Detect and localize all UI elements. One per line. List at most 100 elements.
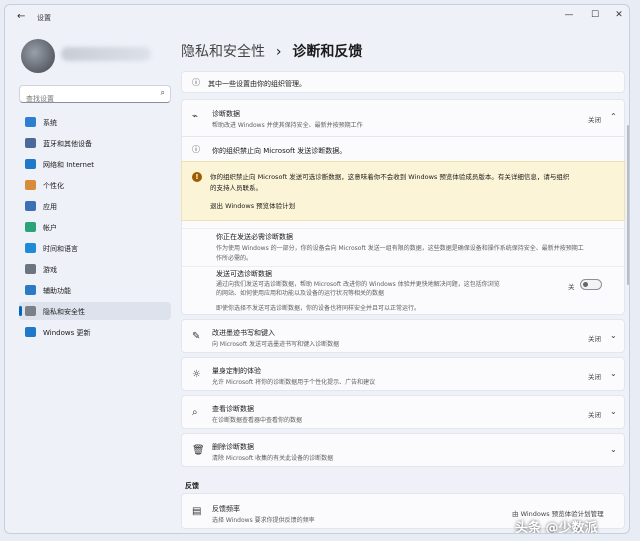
- feedback-row-desc: 选择 Windows 要求你提供反馈的频率: [212, 517, 315, 524]
- sidebar-item[interactable]: 应用: [19, 197, 171, 215]
- row-title: 改进墨迹书写和键入: [212, 329, 275, 337]
- warning-banner: ! 你的组织禁止向 Microsoft 发送可选诊断数据，这意味着你不会收到 W…: [181, 161, 625, 221]
- trash-icon: 🗑: [192, 445, 205, 456]
- blocked-notice-row: ⓘ 你的组织禁止向 Microsoft 发送诊断数据。: [182, 136, 624, 162]
- gaming-icon: [25, 264, 36, 274]
- maximize-button[interactable]: ☐: [585, 10, 605, 20]
- sidebar-item[interactable]: 系统: [19, 113, 171, 131]
- feedback-row-title: 反馈频率: [212, 505, 240, 513]
- search-input[interactable]: [20, 91, 148, 107]
- row-desc: 在诊断数据查看器中查看你的数据: [212, 417, 303, 424]
- active-indicator: [19, 306, 22, 316]
- sidebar-item-label: 蓝牙和其他设备: [43, 140, 92, 148]
- settings-row[interactable]: ☼ 量身定制的体验 允许 Microsoft 将你的诊断数据用于个性化提示、广告和建…: [181, 357, 625, 391]
- search-box[interactable]: ⌕: [19, 85, 171, 107]
- required-title: 你正在发送必需诊断数据: [216, 233, 293, 241]
- sidebar-item-label: 时间和语言: [43, 245, 78, 253]
- back-arrow-icon[interactable]: ←: [17, 11, 25, 22]
- minimize-button[interactable]: —: [559, 10, 579, 20]
- pen-icon: ✎: [192, 331, 201, 342]
- diagnostic-state: 关闭: [588, 116, 601, 124]
- chevron-down-icon[interactable]: ⌄: [610, 407, 617, 416]
- settings-row[interactable]: ✎ 改进墨迹书写和键入向 Microsoft 发送可选墨迹书写和键入诊断数据 关闭 ⌄: [181, 319, 625, 353]
- watermark: 头条 @少数派: [515, 521, 598, 534]
- sidebar-item-label: 游戏: [43, 266, 57, 274]
- page-title: 隐私和安全性 › 诊断和反馈: [181, 41, 362, 61]
- avatar[interactable]: [21, 39, 55, 73]
- optional-data-toggle[interactable]: [580, 279, 602, 290]
- feedback-section-title: 反馈: [185, 482, 199, 490]
- row-desc: 允许 Microsoft 将你的诊断数据用于个性化提示、广告和建议: [212, 379, 376, 386]
- chevron-up-icon[interactable]: ⌃: [610, 112, 617, 121]
- sidebar-item-label: 应用: [43, 203, 57, 211]
- sidebar-item[interactable]: Windows 更新: [19, 323, 171, 341]
- sidebar-item[interactable]: 帐户: [19, 218, 171, 236]
- brush-icon: [25, 180, 36, 190]
- close-button[interactable]: ✕: [609, 10, 629, 20]
- optional-title: 发送可选诊断数据: [216, 270, 272, 278]
- scrollbar[interactable]: [627, 125, 629, 285]
- org-notice-bar: ⓘ 其中一些设置由你的组织管理。: [181, 71, 625, 93]
- search-icon[interactable]: ⌕: [161, 88, 165, 98]
- diagnostic-icon: ⌁: [192, 111, 199, 122]
- row-state: 关闭: [588, 335, 601, 343]
- settings-row[interactable]: ⌕ 查看诊断数据 在诊断数据查看器中查看你的数据 关闭 ⌄: [181, 395, 625, 429]
- account-name-blurred: [61, 47, 151, 61]
- breadcrumb-current: 诊断和反馈: [292, 44, 363, 60]
- shield-icon: [25, 306, 36, 316]
- optional-desc-line2: 的网站、如何使用应用和功能以及设备的运行状况等相关的数据: [216, 290, 385, 297]
- sidebar-item-label: 系统: [43, 119, 57, 127]
- sidebar-item-label: 隐私和安全性: [43, 308, 85, 316]
- sidebar-item-label: 帐户: [43, 224, 57, 232]
- account-icon: [25, 222, 36, 232]
- diagnostic-data-header[interactable]: ⌁ 诊断数据 帮助改进 Windows 并使其保持安全、最新并按预期工作 关闭 …: [182, 100, 624, 136]
- optional-desc-line1: 通过向我们发送可选诊断数据，帮助 Microsoft 改进你的 Windows …: [216, 281, 500, 288]
- optional-data-row: 发送可选诊断数据 通过向我们发送可选诊断数据，帮助 Microsoft 改进你的…: [182, 266, 624, 316]
- blocked-notice-text: 你的组织禁止向 Microsoft 发送诊断数据。: [212, 147, 347, 155]
- optional-note: 即使你选择不发送可选诊断数据，你的设备也将同样安全并且可以正常运行。: [216, 305, 421, 312]
- sidebar-item[interactable]: 个性化: [19, 176, 171, 194]
- exit-insider-link[interactable]: 退出 Windows 预览体验计划: [210, 200, 295, 210]
- settings-row[interactable]: 🗑 删除诊断数据清除 Microsoft 收集的有关此设备的诊断数据 ⌄: [181, 433, 625, 467]
- accessibility-icon: [25, 285, 36, 295]
- bluetooth-devices-icon: [25, 138, 36, 148]
- sidebar-item-label: 个性化: [43, 182, 64, 190]
- required-desc-line1: 作为使用 Windows 的一部分，你的设备会向 Microsoft 发送一组有…: [216, 245, 584, 252]
- sidebar-item[interactable]: 辅助功能: [19, 281, 171, 299]
- diagnostic-desc: 帮助改进 Windows 并使其保持安全、最新并按预期工作: [212, 122, 363, 129]
- org-notice-text: 其中一些设置由你的组织管理。: [208, 80, 306, 88]
- breadcrumb-separator: ›: [275, 44, 282, 60]
- chevron-down-icon[interactable]: ⌄: [610, 331, 617, 340]
- breadcrumb-parent[interactable]: 隐私和安全性: [181, 44, 265, 60]
- system-icon: [25, 117, 36, 127]
- warning-text-line1: 你的组织禁止向 Microsoft 发送可选诊断数据，这意味着你不会收到 Win…: [210, 173, 570, 181]
- window-title: 设置: [37, 14, 51, 22]
- sidebar-item[interactable]: 隐私和安全性: [19, 302, 171, 320]
- windows-update-icon: [25, 327, 36, 337]
- sidebar-item-label: 辅助功能: [43, 287, 71, 295]
- lightbulb-icon: ☼: [192, 369, 201, 380]
- sidebar-item[interactable]: 蓝牙和其他设备: [19, 134, 171, 152]
- required-desc-line2: 作所必需的。: [216, 255, 253, 262]
- info-icon: ⓘ: [192, 78, 200, 87]
- sidebar-item[interactable]: 时间和语言: [19, 239, 171, 257]
- row-desc: 清除 Microsoft 收集的有关此设备的诊断数据: [212, 455, 334, 462]
- title-bar: ← 设置 — ☐ ✕: [5, 5, 629, 31]
- row-state: 关闭: [588, 373, 601, 381]
- network-icon: [25, 159, 36, 169]
- info-icon: ⓘ: [192, 145, 200, 154]
- sidebar-item[interactable]: 游戏: [19, 260, 171, 278]
- chevron-down-icon[interactable]: ⌄: [610, 369, 617, 378]
- sidebar-item-label: 网络和 Internet: [43, 161, 95, 169]
- row-desc: 向 Microsoft 发送可选墨迹书写和键入诊断数据: [212, 341, 340, 348]
- row-state: 关闭: [588, 411, 601, 419]
- sidebar-item[interactable]: 网络和 Internet: [19, 155, 171, 173]
- optional-toggle-label: 关: [568, 283, 575, 291]
- warning-text-line2: 的支持人员联系。: [210, 184, 262, 192]
- viewer-icon: ⌕: [192, 407, 198, 418]
- feedback-icon: ▤: [192, 506, 202, 517]
- chevron-down-icon[interactable]: ⌄: [610, 445, 617, 454]
- settings-window: ← 设置 — ☐ ✕ ⌕ 系统蓝牙和其他设备网络和 Internet 个性化应用帐…: [4, 4, 630, 534]
- time-language-icon: [25, 243, 36, 253]
- row-title: 删除诊断数据: [212, 443, 254, 451]
